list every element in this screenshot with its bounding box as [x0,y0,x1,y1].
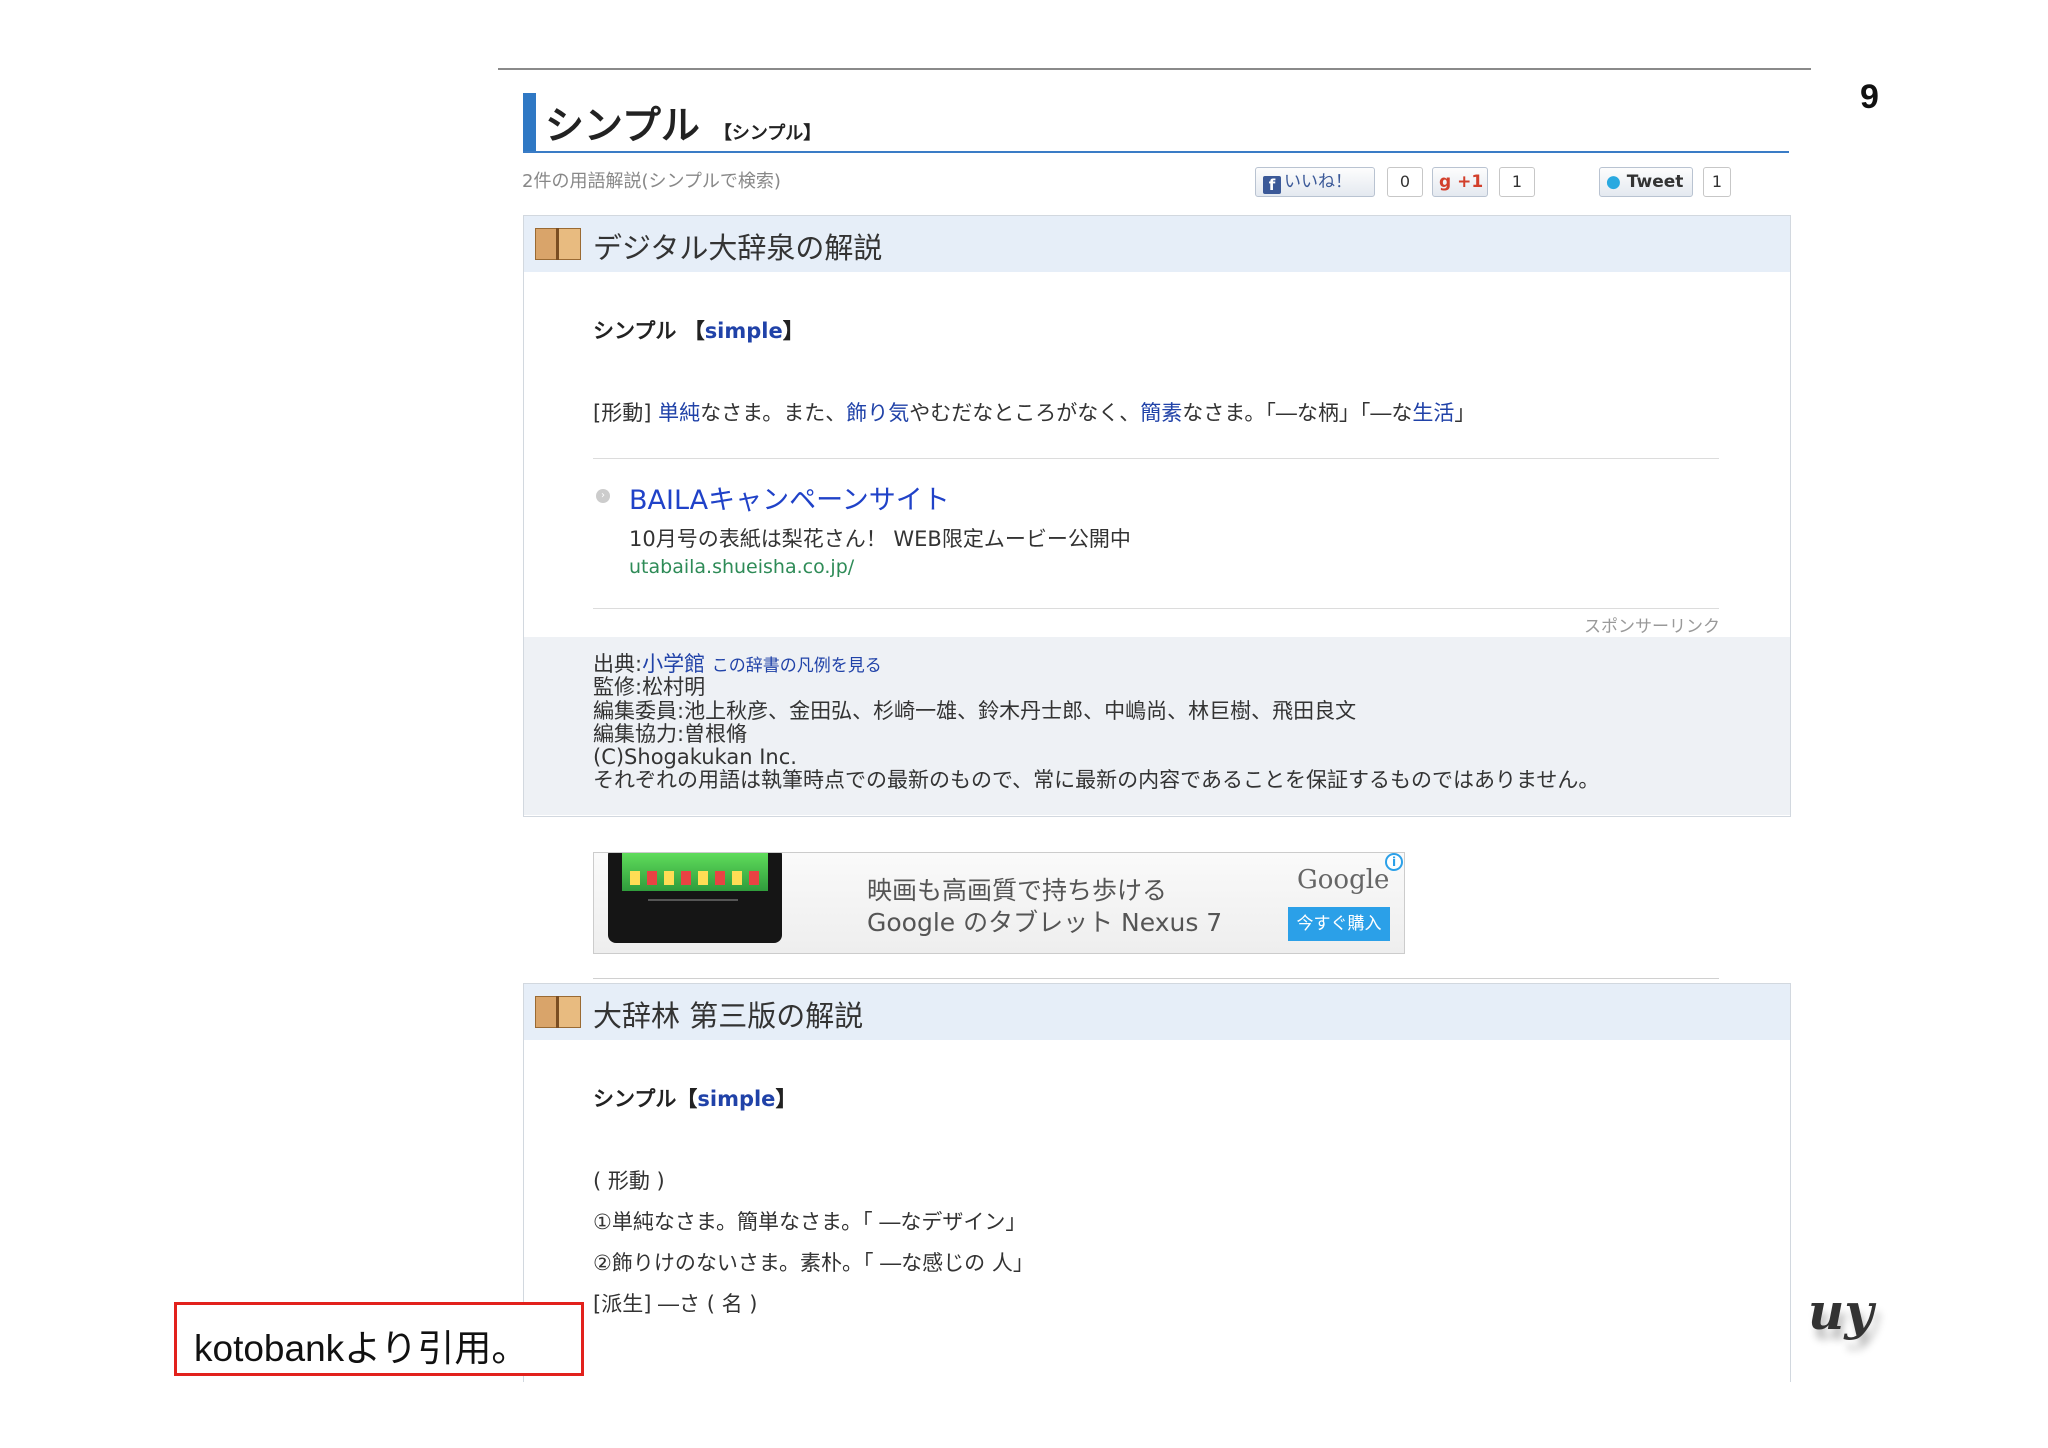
credit-copyright: (C)Shogakukan Inc. [593,745,797,769]
daijirin-derivation: [派生] ―さ ( 名 ) [593,1292,758,1316]
headword-text: シンプル [593,1087,677,1111]
headword-english: simple [704,319,783,343]
definition-text: なさま。「―な柄」「―な [1182,401,1413,425]
banner-rule [593,978,1719,979]
ad-info-icon[interactable]: i [1385,853,1403,871]
headword-text: シンプル [593,319,677,343]
daijirin-section-title: 大辞林 第三版の解説 [593,999,864,1033]
tablet-nav-bar [648,899,738,907]
shogakukan-link[interactable]: 小学館 [642,652,705,676]
google-plus-label: +1 [1457,172,1484,192]
bracket-open: 【 [676,1087,698,1111]
book-icon [535,996,581,1028]
title-accent-bar [523,93,536,151]
credit-disclaimer: それぞれの用語は執筆時点での最新のもので、常に最新の内容であることを保証するもの… [593,768,1600,792]
slide-top-rule [498,68,1811,70]
twitter-bird-icon: ● [1606,172,1621,192]
daijirin-section: 大辞林 第三版の解説 シンプル【simple】 ( 形動 ) ①単純なさま。簡単… [523,983,1791,1382]
daijisen-credits: 出典:小学館 この辞書の凡例を見る 監修:松村明 編集委員:池上秋彦、金田弘、杉… [524,637,1790,815]
credit-editors: 編集委員:池上秋彦、金田弘、杉崎一雄、鈴木丹士郎、中嶋尚、林巨樹、飛田良文 [593,699,1357,723]
tablet-app-icons [630,871,760,885]
definition-text: やむだなところがなく、 [909,401,1141,425]
page-title-text: シンプル [545,104,700,149]
page-title: シンプル 【シンプル】 [545,95,821,151]
legend-link[interactable]: この辞書の凡例を見る [712,656,882,676]
google-plus-button[interactable]: g +1 [1432,167,1488,197]
google-plus-count: 1 [1499,167,1535,197]
definition-text: 」 [1454,401,1476,425]
credit-supervisor: 監修:松村明 [593,675,706,699]
credit-cooperation: 編集協力:曽根脩 [593,722,748,746]
link-kanso[interactable]: 簡素 [1140,401,1182,425]
ad-separator-top [593,458,1719,459]
link-tanjun[interactable]: 単純 [658,401,700,425]
ad-description: 10月号の表紙は梨花さん！ WEB限定ムービー公開中 [629,527,1131,551]
nexus7-banner-ad[interactable]: 映画も高画質で持ち歩ける Google のタブレット Nexus 7 Googl… [593,852,1405,954]
facebook-like-count: 0 [1387,167,1423,197]
daijirin-section-header: 大辞林 第三版の解説 [524,984,1790,1040]
tweet-count: 1 [1703,167,1731,197]
ad-separator-bottom [593,608,1719,609]
source-annotation-text: kotobankより引用。 [194,1328,529,1369]
ad-arrow-icon: › [596,489,610,503]
title-underline [523,151,1789,153]
daijirin-sense-2: ②飾りけのないさま。素朴。「 ―な感じの 人」 [593,1251,1034,1275]
daijisen-definition: [形動] 単純なさま。また、飾り気やむだなところがなく、簡素なさま。「―な柄」「… [593,397,1475,427]
daijisen-section-title: デジタル大辞泉の解説 [593,231,883,265]
facebook-like-label: いいね！ [1284,172,1352,192]
definition-text: なさま。また、 [700,401,847,425]
ad-title-link[interactable]: BAILAキャンペーンサイト [629,478,950,517]
source-annotation-box: kotobankより引用。 [174,1302,584,1376]
search-summary-link[interactable]: 2件の用語解説(シンプルで検索) [522,167,781,193]
daijisen-section: デジタル大辞泉の解説 シンプル 【simple】 [形動] 単純なさま。また、飾… [523,215,1791,817]
bracket-close: 】 [782,319,804,343]
book-icon [535,228,581,260]
daijirin-headword: シンプル【simple】 [593,1083,796,1113]
bracket-open: 【 [683,319,705,343]
tweet-button[interactable]: ● Tweet [1599,167,1693,197]
page-number: 9 [1860,78,1879,116]
headword-english: simple [697,1087,776,1111]
daijisen-section-header: デジタル大辞泉の解説 [524,216,1790,272]
buy-now-button[interactable]: 今すぐ購入 [1288,907,1390,941]
daijirin-pos: ( 形動 ) [593,1169,665,1193]
sponsored-link-label: スポンサーリンク [1584,617,1720,637]
banner-line1: 映画も高画質で持ち歩ける [867,876,1168,905]
ad-url-link[interactable]: utabaila.shueisha.co.jp/ [629,556,854,578]
daijirin-sense-1: ①単純なさま。簡単なさま。「 ―なデザイン」 [593,1210,1027,1234]
link-seikatsu[interactable]: 生活 [1412,401,1454,425]
tweet-label: Tweet [1626,172,1684,192]
page-title-reading: 【シンプル】 [713,123,822,144]
tablet-image [608,853,782,943]
google-logo: Google [1297,865,1390,895]
link-kazarike[interactable]: 飾り気 [846,401,909,425]
google-plus-icon: g [1439,172,1452,192]
bracket-close: 】 [775,1087,797,1111]
facebook-icon: f [1263,176,1281,194]
facebook-like-button[interactable]: f いいね！ [1255,167,1375,197]
part-of-speech: [形動] [593,401,652,425]
banner-line2: Google のタブレット Nexus 7 [867,908,1223,937]
source-label: 出典: [593,652,643,676]
uy-logo: uy [1808,1282,1874,1341]
daijisen-headword: シンプル 【simple】 [593,315,804,345]
